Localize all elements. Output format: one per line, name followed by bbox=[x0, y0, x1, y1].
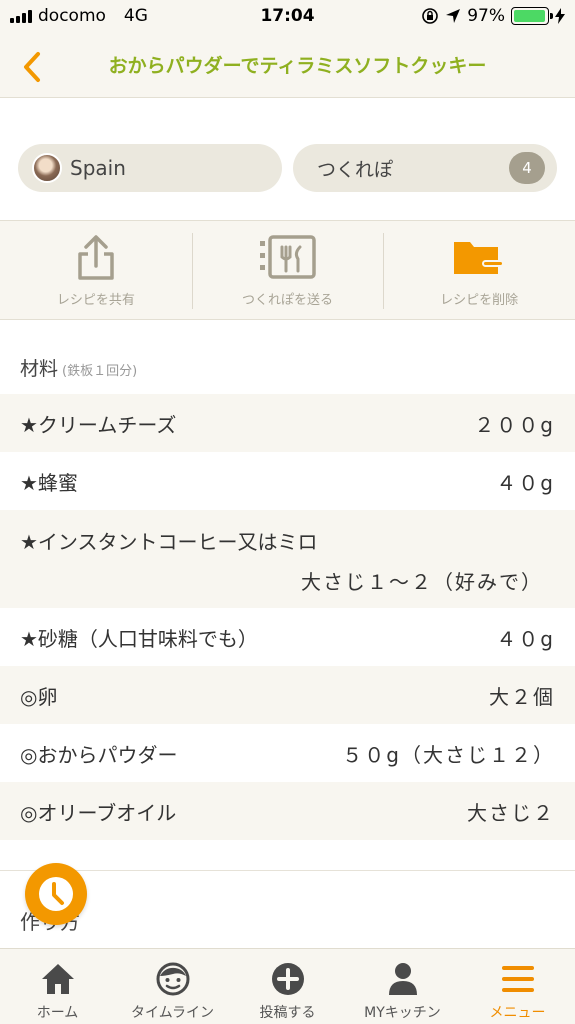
avatar bbox=[32, 153, 62, 183]
tab-home[interactable]: ホーム bbox=[0, 949, 115, 1024]
delete-recipe-button[interactable]: レシピを削除 bbox=[383, 221, 575, 319]
ingredient-row: ◎卵 大２個 bbox=[0, 666, 575, 724]
ingredient-qty: ２００g bbox=[474, 412, 555, 437]
ingredients-title: 材料 (鉄板１回分) bbox=[20, 354, 137, 381]
send-report-label: つくれぽを送る bbox=[242, 293, 334, 308]
reports-label: つくれぽ bbox=[317, 158, 394, 181]
send-report-icon bbox=[259, 235, 316, 279]
clock-icon bbox=[39, 877, 73, 911]
battery-percent: 97% bbox=[467, 6, 505, 26]
delete-recipe-label: レシピを削除 bbox=[440, 293, 519, 308]
ingredient-list: ★クリームチーズ ２００g ★蜂蜜 ４０g ★インスタントコーヒー又はミロ 大さ… bbox=[0, 394, 575, 840]
ingredient-row: ★蜂蜜 ４０g bbox=[0, 452, 575, 510]
person-icon bbox=[388, 963, 417, 995]
tab-my-kitchen[interactable]: MYキッチン bbox=[345, 949, 460, 1024]
tab-post-label: 投稿する bbox=[259, 1005, 316, 1021]
ingredient-name: ★蜂蜜 bbox=[20, 470, 78, 495]
status-bar: docomo 4G 17:04 97% bbox=[0, 0, 575, 34]
ingredient-name: ★インスタントコーヒー又はミロ bbox=[20, 530, 318, 554]
action-bar: レシピを共有 つくれぽを送る レシピを削除 bbox=[0, 220, 575, 320]
tab-timeline[interactable]: タイムライン bbox=[115, 949, 230, 1024]
ingredient-qty: ５０g（大さじ１２） bbox=[342, 742, 555, 767]
ingredient-name: ★砂糖（人口甘味料でも） bbox=[20, 626, 258, 651]
ingredient-qty: 大さじ１〜２（好みで） bbox=[301, 570, 543, 594]
home-icon bbox=[41, 964, 74, 994]
author-name: Spain bbox=[70, 156, 126, 180]
reports-button[interactable]: つくれぽ 4 bbox=[293, 144, 557, 192]
ingredient-qty: ４０g bbox=[496, 470, 555, 495]
tab-bar: ホーム タイムライン 投稿する MYキッチン メニュー bbox=[0, 948, 575, 1024]
ingredient-name: ★クリームチーズ bbox=[20, 412, 177, 437]
share-recipe-label: レシピを共有 bbox=[56, 293, 135, 308]
scrolled-description-fragment bbox=[18, 86, 36, 100]
face-icon bbox=[156, 962, 189, 996]
orientation-lock-icon bbox=[422, 8, 439, 24]
tab-my-kitchen-label: MYキッチン bbox=[364, 1005, 441, 1021]
ingredient-row: ★インスタントコーヒー又はミロ 大さじ１〜２（好みで） bbox=[0, 510, 575, 608]
author-button[interactable]: Spain bbox=[18, 144, 282, 192]
ingredient-qty: 大さじ２ bbox=[467, 800, 555, 825]
folder-icon bbox=[454, 242, 505, 274]
nav-bar: おからパウダーでティラミスソフトクッキー bbox=[0, 34, 575, 98]
ingredient-row: ★クリームチーズ ２００g bbox=[0, 394, 575, 452]
ingredient-name: ◎オリーブオイル bbox=[20, 800, 177, 825]
menu-icon bbox=[501, 966, 534, 992]
tab-menu-label: メニュー bbox=[489, 1005, 546, 1021]
ingredient-row: ★砂糖（人口甘味料でも） ４０g bbox=[0, 608, 575, 666]
status-right: 97% bbox=[421, 6, 565, 26]
reports-count-badge: 4 bbox=[509, 152, 545, 184]
share-recipe-button[interactable]: レシピを共有 bbox=[0, 221, 192, 319]
ingredient-name: ◎おからパウダー bbox=[20, 742, 178, 767]
plus-circle-icon bbox=[271, 963, 304, 995]
timer-button[interactable] bbox=[25, 863, 87, 925]
chevron-left-icon bbox=[24, 52, 40, 82]
page-title: おからパウダーでティラミスソフトクッキー bbox=[108, 55, 487, 77]
battery-icon bbox=[511, 7, 553, 25]
share-icon bbox=[78, 235, 114, 280]
tab-timeline-label: タイムライン bbox=[130, 1005, 215, 1021]
tab-post[interactable]: 投稿する bbox=[230, 949, 345, 1024]
ingredient-name: ◎卵 bbox=[20, 684, 58, 709]
location-icon bbox=[446, 9, 461, 23]
ingredients-heading: 材料 bbox=[20, 358, 59, 380]
tab-home-label: ホーム bbox=[36, 1005, 79, 1021]
ingredient-row: ◎おからパウダー ５０g（大さじ１２） bbox=[0, 724, 575, 782]
ingredient-row: ◎オリーブオイル 大さじ２ bbox=[0, 782, 575, 840]
back-button[interactable] bbox=[18, 50, 48, 84]
ingredient-qty: ４０g bbox=[496, 626, 555, 651]
servings-note: (鉄板１回分) bbox=[62, 364, 138, 379]
charging-icon bbox=[555, 8, 565, 24]
tab-menu[interactable]: メニュー bbox=[460, 949, 575, 1024]
ingredient-qty: 大２個 bbox=[489, 684, 555, 709]
send-report-button[interactable]: つくれぽを送る bbox=[191, 221, 384, 319]
